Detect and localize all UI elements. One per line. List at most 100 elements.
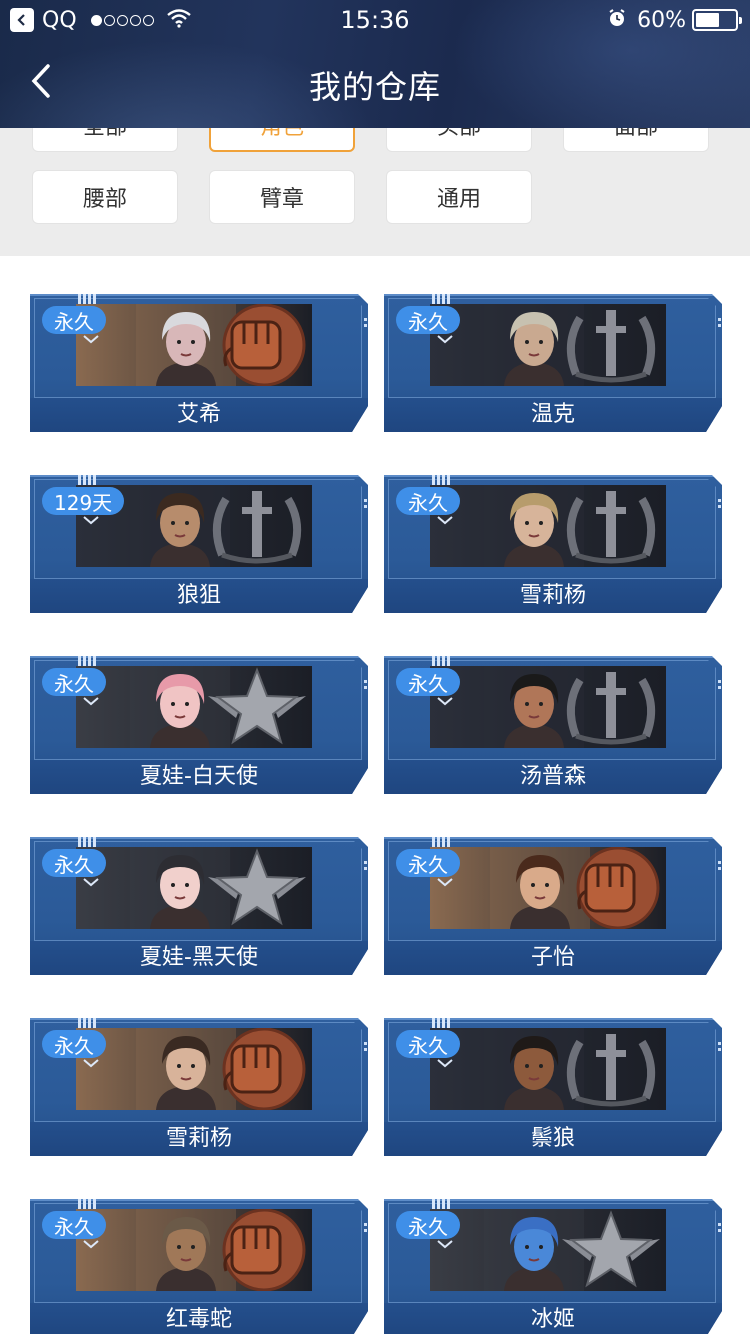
card-side-dots (718, 1223, 722, 1235)
fist-emblem-icon (202, 304, 312, 386)
chevron-down-icon (437, 516, 453, 525)
fist-emblem-icon (202, 1028, 312, 1110)
character-portrait (430, 847, 666, 929)
fist-emblem-icon (202, 1209, 312, 1291)
character-name: 冰姬 (530, 1307, 575, 1332)
character-card[interactable]: 永久 雪莉杨 (384, 475, 722, 613)
character-card[interactable]: 永久夏娃-黑天使 (30, 837, 368, 975)
card-side-dots (718, 680, 722, 692)
character-portrait (76, 1028, 312, 1110)
character-card[interactable]: 永久汤普森 (384, 656, 722, 794)
filter-button[interactable]: 臂章 (209, 170, 355, 224)
character-card[interactable]: 永久红毒蛇 (30, 1199, 368, 1334)
battery-percent: 60% (637, 7, 686, 33)
duration-badge: 永久 (42, 306, 106, 334)
sword-emblem-icon (556, 485, 666, 567)
duration-badge: 永久 (42, 849, 106, 877)
star-emblem-icon (556, 1209, 666, 1291)
card-tick-marks (432, 1018, 454, 1028)
category-filters: 全部 角色 头部 面部腰部臂章通用 (0, 128, 750, 256)
card-tick-marks (432, 475, 454, 485)
card-tick-marks (78, 1199, 100, 1209)
fist-emblem-icon (556, 847, 666, 929)
duration-badge: 永久 (42, 668, 106, 696)
chevron-down-icon (83, 1059, 99, 1068)
filter-button[interactable]: 角色 (209, 128, 355, 152)
character-card[interactable]: 永久 夏娃-白天使 (30, 656, 368, 794)
card-tick-marks (432, 656, 454, 666)
character-portrait (430, 1209, 666, 1291)
character-name: 狼狙 (176, 583, 221, 608)
character-card[interactable]: 永久鬃狼 (384, 1018, 722, 1156)
card-tick-marks (78, 837, 100, 847)
character-name: 雪莉杨 (165, 1126, 232, 1151)
card-side-dots (364, 1042, 368, 1054)
status-bar: QQ 15:36 60% (0, 0, 750, 40)
character-portrait (430, 666, 666, 748)
chevron-down-icon (83, 335, 99, 344)
card-side-dots (364, 680, 368, 692)
chevron-down-icon (437, 335, 453, 344)
character-portrait (430, 304, 666, 386)
character-name: 鬃狼 (530, 1126, 575, 1151)
sword-emblem-icon (202, 485, 312, 567)
card-side-dots (364, 318, 368, 330)
character-portrait (76, 304, 312, 386)
card-tick-marks (432, 294, 454, 304)
chevron-down-icon (83, 1240, 99, 1249)
duration-badge: 永久 (396, 1211, 460, 1239)
chevron-down-icon (437, 1240, 453, 1249)
filter-button[interactable]: 全部 (32, 128, 178, 152)
duration-badge: 永久 (396, 1030, 460, 1058)
inventory-grid: 永久 艾希 永久 温克 129天 狼狙 永久 雪莉杨 永久 夏娃-白天使 永久 汤普森 永久 夏娃-黑天使… (0, 256, 750, 1334)
card-side-dots (718, 499, 722, 511)
character-name: 温克 (530, 402, 575, 427)
chevron-down-icon (437, 697, 453, 706)
card-tick-marks (432, 1199, 454, 1209)
chevron-down-icon (437, 878, 453, 887)
star-emblem-icon (202, 666, 312, 748)
duration-badge: 永久 (42, 1211, 106, 1239)
character-name: 子怡 (530, 945, 575, 970)
sword-emblem-icon (556, 304, 666, 386)
card-side-dots (364, 1223, 368, 1235)
character-name: 夏娃-黑天使 (140, 945, 258, 970)
character-card[interactable]: 永久 温克 (384, 294, 722, 432)
character-card[interactable]: 永久冰姬 (384, 1199, 722, 1334)
alarm-clock-icon (607, 6, 637, 34)
star-emblem-icon (202, 847, 312, 929)
card-tick-marks (78, 475, 100, 485)
filter-button[interactable]: 头部 (386, 128, 532, 152)
card-side-dots (718, 1042, 722, 1054)
character-name: 汤普森 (519, 764, 586, 789)
character-portrait (430, 1028, 666, 1110)
character-card[interactable]: 129天狼狙 (30, 475, 368, 613)
character-card[interactable]: 永久雪莉杨 (30, 1018, 368, 1156)
card-side-dots (718, 318, 722, 330)
character-portrait (430, 485, 666, 567)
chevron-down-icon (437, 1059, 453, 1068)
chevron-down-icon (83, 516, 99, 525)
card-side-dots (364, 861, 368, 873)
card-tick-marks (432, 837, 454, 847)
duration-badge: 永久 (396, 668, 460, 696)
battery-icon (692, 9, 742, 31)
chevron-down-icon (83, 697, 99, 706)
status-right: 60% (607, 6, 742, 34)
card-tick-marks (78, 1018, 100, 1028)
character-portrait (76, 666, 312, 748)
character-portrait (76, 847, 312, 929)
duration-badge: 129天 (42, 487, 125, 515)
battery-fill (696, 13, 719, 27)
filter-button[interactable]: 面部 (563, 128, 709, 152)
sword-emblem-icon (556, 666, 666, 748)
character-name: 红毒蛇 (165, 1307, 232, 1332)
filter-button[interactable]: 腰部 (32, 170, 178, 224)
character-card[interactable]: 永久 艾希 (30, 294, 368, 432)
sword-emblem-icon (556, 1028, 666, 1110)
duration-badge: 永久 (396, 849, 460, 877)
character-card[interactable]: 永久子怡 (384, 837, 722, 975)
duration-badge: 永久 (42, 1030, 106, 1058)
card-side-dots (718, 861, 722, 873)
filter-button[interactable]: 通用 (386, 170, 532, 224)
